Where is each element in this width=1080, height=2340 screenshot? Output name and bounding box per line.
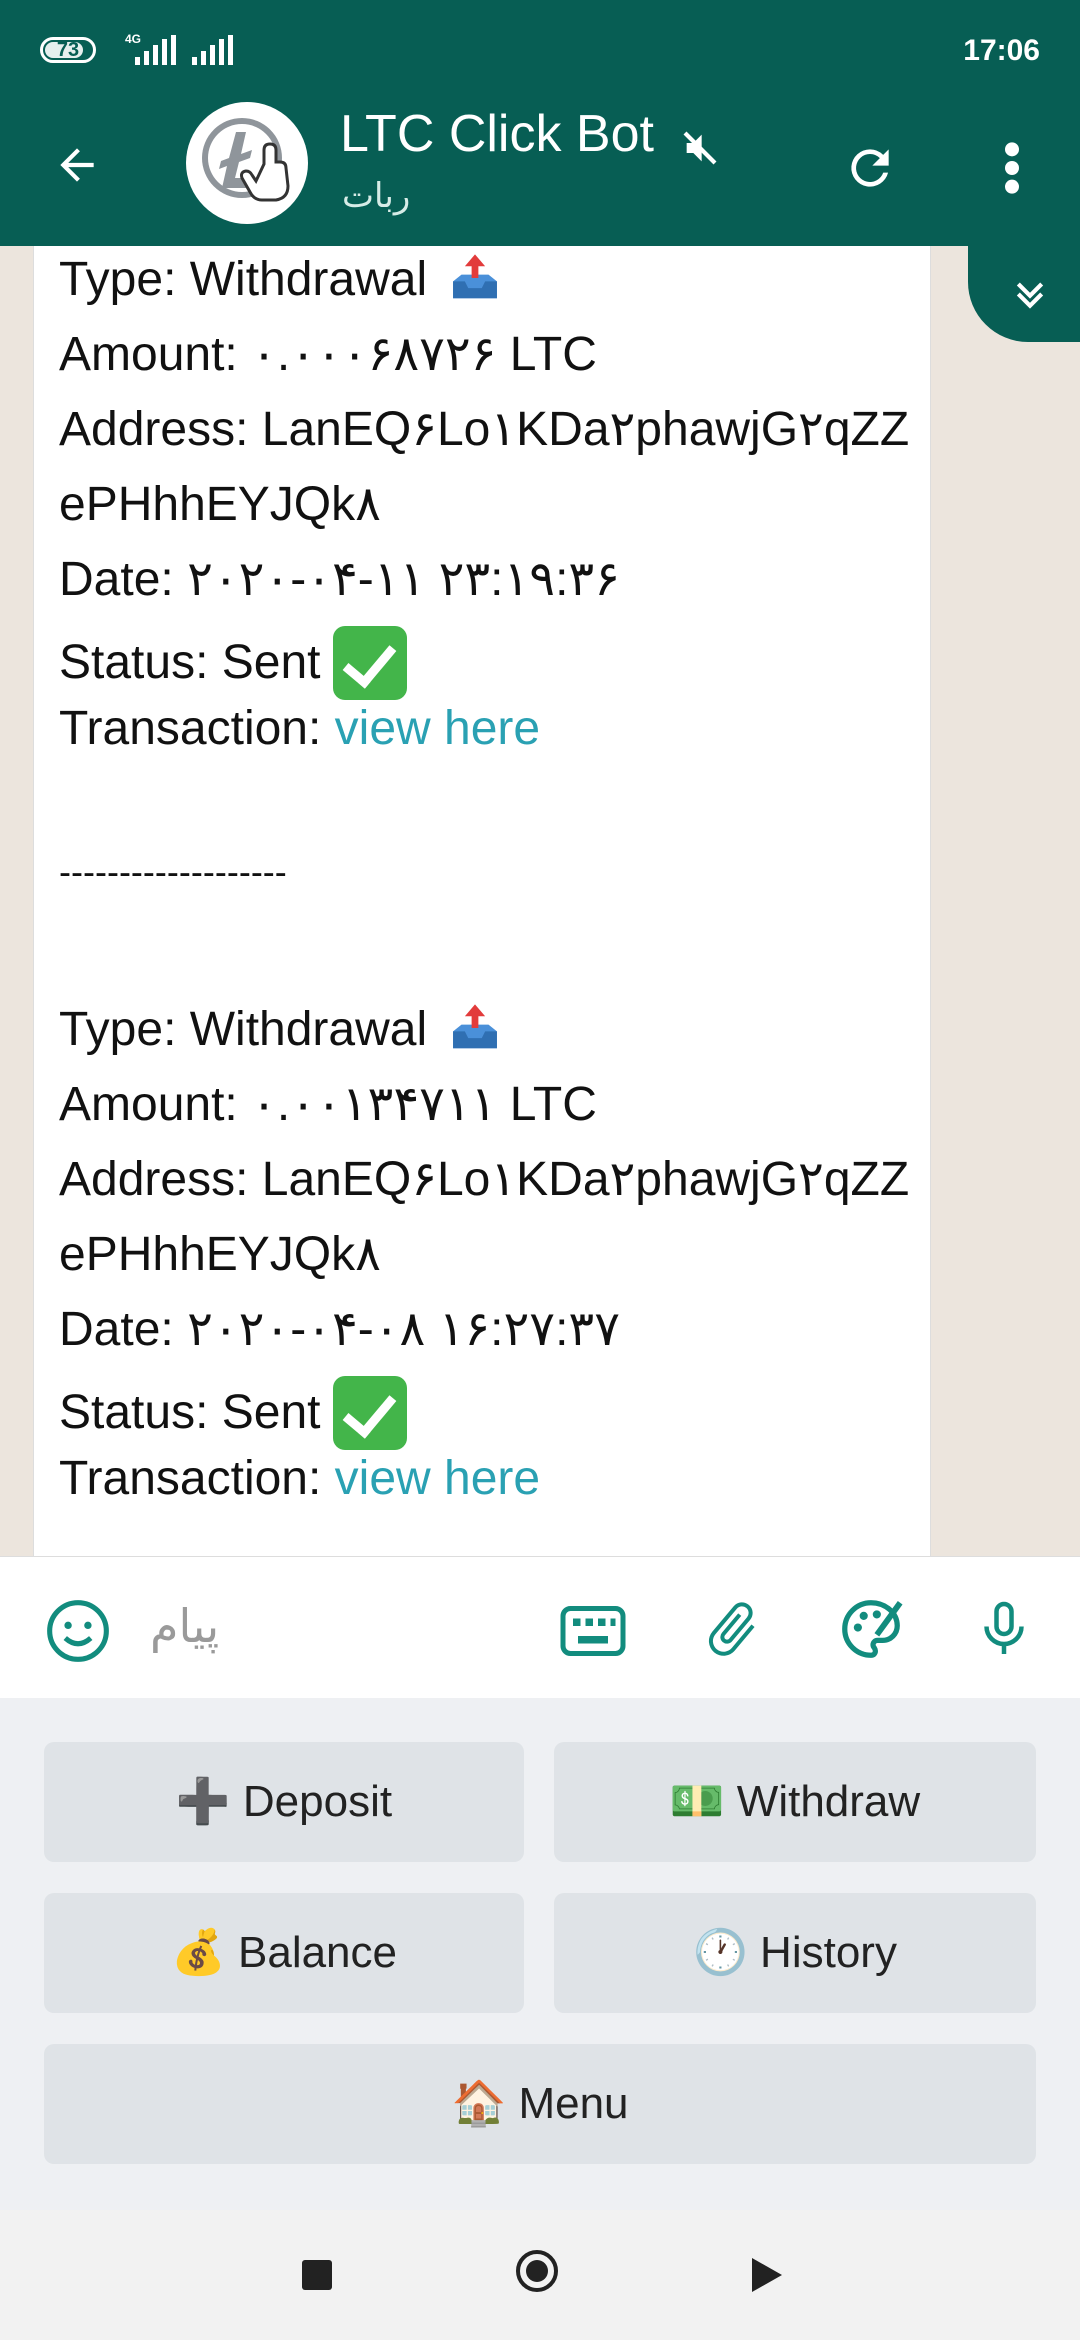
deposit-button[interactable]: ➕ Deposit (44, 1742, 524, 1862)
litecoin-icon (189, 105, 305, 221)
refresh-icon[interactable] (842, 140, 898, 196)
attachment-icon[interactable] (700, 1593, 764, 1665)
message-date-1: Date: ۲۰۲۰-۰۴-۱۱ ۲۳:۱۹:۳۶ (59, 553, 620, 606)
status-bar: 73 4G 17:06 (0, 0, 1080, 84)
chat-header: LTC Click Bot ربات (0, 84, 1080, 246)
outbox-icon (453, 1004, 498, 1049)
balance-button[interactable]: 💰 Balance (44, 1893, 524, 2013)
microphone-icon[interactable] (974, 1593, 1034, 1665)
menu-button[interactable]: 🏠 Menu (44, 2044, 1036, 2164)
avatar[interactable] (186, 102, 308, 224)
system-nav-bar (0, 2210, 1080, 2340)
outbox-icon (453, 254, 498, 299)
check-mark-icon (332, 1376, 407, 1450)
back-triangle-icon[interactable] (750, 2256, 784, 2294)
message-transaction-1: Transaction: view here (59, 702, 541, 755)
muted-icon (683, 131, 717, 165)
message-list[interactable]: Type: Withdrawal Amount: ۰.۰۰۰۶۸۷۲۶ LTC … (0, 246, 1080, 1556)
signal-icon-2 (192, 35, 237, 65)
check-mark-icon (332, 626, 407, 700)
view-here-link-1[interactable]: view here (335, 702, 540, 755)
double-chevron-down-icon (1016, 282, 1044, 309)
message-transaction-2: Transaction: view here (59, 1452, 541, 1505)
battery-icon: 73 (40, 37, 96, 63)
message-address-2b: ePHhhEYJQk۸ (59, 1228, 381, 1281)
message-type-2: Type: Withdrawal (59, 1001, 502, 1057)
bot-keyboard: ➕ Deposit 💵 Withdraw 💰 Balance 🕐 History… (0, 1698, 1080, 2210)
keyboard-icon[interactable] (558, 1601, 628, 1661)
emoji-icon[interactable] (44, 1597, 112, 1665)
message-address-1b: ePHhhEYJQk۸ (59, 478, 381, 531)
signal-icon (135, 35, 180, 65)
message-address-1a: Address: LanEQ۶Lo۱KDa۲phawjG۲qZZ (59, 403, 910, 456)
message-type-1: Type: Withdrawal (59, 251, 502, 307)
palette-icon[interactable] (836, 1593, 906, 1665)
recents-icon[interactable] (302, 2260, 332, 2290)
view-here-link-2[interactable]: view here (335, 1452, 540, 1505)
home-icon[interactable] (516, 2250, 558, 2292)
clock: 17:06 (963, 34, 1040, 67)
message-address-2a: Address: LanEQ۶Lo۱KDa۲phawjG۲qZZ (59, 1153, 910, 1206)
message-input[interactable]: پیام (150, 1599, 219, 1653)
back-arrow-icon[interactable] (52, 140, 102, 190)
message-status-1: Status: Sent (59, 626, 407, 700)
chat-subtitle: ربات (342, 177, 411, 215)
message-bubble: Type: Withdrawal Amount: ۰.۰۰۰۶۸۷۲۶ LTC … (33, 246, 931, 1556)
history-button[interactable]: 🕐 History (554, 1893, 1036, 2013)
withdraw-button[interactable]: 💵 Withdraw (554, 1742, 1036, 1862)
chat-title[interactable]: LTC Click Bot (340, 104, 654, 164)
message-separator: ------------------- (59, 851, 287, 892)
battery-level: 73 (56, 39, 80, 61)
message-composer: پیام (0, 1556, 1080, 1699)
message-date-2: Date: ۲۰۲۰-۰۴-۰۸ ۱۶:۲۷:۳۷ (59, 1303, 620, 1356)
message-status-2: Status: Sent (59, 1376, 407, 1450)
message-amount-1: Amount: ۰.۰۰۰۶۸۷۲۶ LTC (59, 328, 597, 381)
message-amount-2: Amount: ۰.۰۰۱۳۴۷۱۱ LTC (59, 1078, 597, 1131)
more-options-icon[interactable] (1000, 140, 1024, 196)
